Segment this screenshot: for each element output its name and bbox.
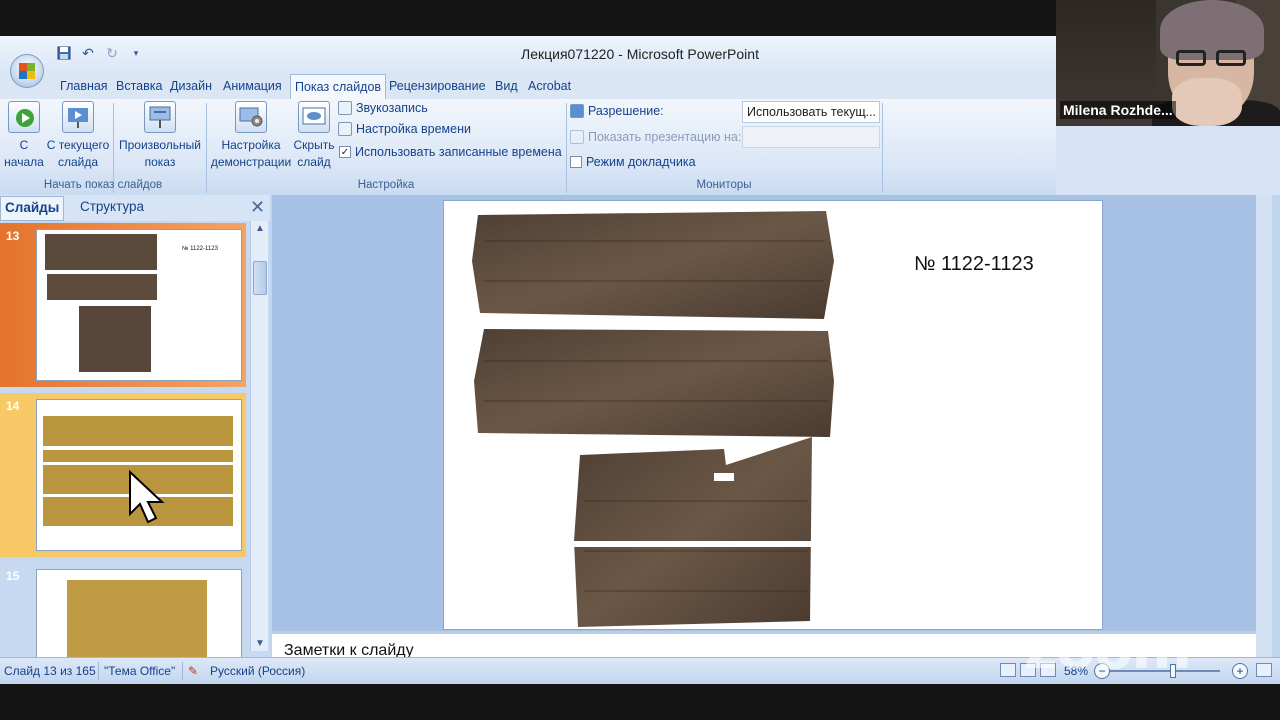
tab-outline[interactable]: Структура	[80, 199, 144, 214]
play-from-current-icon	[62, 101, 94, 133]
custom-show-icon	[144, 101, 176, 133]
slide-position: Слайд 13 из 165	[4, 664, 96, 678]
spellcheck-icon[interactable]: ✎	[188, 664, 198, 678]
slide-area-scrollbar[interactable]	[1256, 195, 1272, 669]
normal-view-icon[interactable]	[1000, 663, 1016, 677]
tab-view[interactable]: Вид	[491, 77, 522, 95]
tab-animation[interactable]: Анимация	[219, 77, 286, 95]
monitor-disabled-icon	[570, 130, 584, 144]
resolution-label: Разрешение:	[588, 104, 664, 118]
presenter-view-checkbox[interactable]: Режим докладчика	[570, 155, 696, 169]
from-start-label: С начала	[4, 138, 44, 169]
close-icon[interactable]: ✕	[250, 197, 265, 218]
screen: ↶ ↻ ▾ Лекция071220 - Microsoft PowerPoin…	[0, 0, 1280, 720]
setup-show-label: Настройка демонстрации	[210, 138, 292, 169]
slide-number: 15	[6, 569, 20, 583]
status-divider	[98, 662, 99, 680]
record-narration-button[interactable]: Звукозапись	[338, 101, 428, 115]
resolution-row: Разрешение:	[570, 104, 664, 118]
setup-show-button[interactable]: Настройка демонстрации	[208, 101, 294, 171]
tab-home[interactable]: Главная	[56, 77, 112, 95]
tab-acrobat[interactable]: Acrobat	[524, 77, 575, 95]
mouse-cursor-icon	[129, 470, 165, 524]
fit-to-window-icon[interactable]	[1256, 663, 1272, 677]
slide-thumbnail-image: № 1122-1123	[36, 229, 242, 381]
office-logo-icon	[19, 63, 35, 79]
show-on-label: Показать презентацию на:	[588, 130, 742, 144]
rehearse-timings-label: Настройка времени	[356, 122, 471, 136]
clock-icon	[338, 122, 352, 136]
scroll-down-icon[interactable]: ▼	[255, 638, 265, 649]
show-on-row: Показать презентацию на:	[570, 130, 741, 144]
monitor-icon	[570, 104, 584, 118]
setup-group-label: Настройка	[357, 179, 415, 191]
panel-tabs: Слайды Структура ✕	[0, 195, 270, 221]
glasses-icon	[1176, 50, 1250, 66]
tab-review[interactable]: Рецензирование	[385, 77, 490, 95]
tab-slides[interactable]: Слайды	[0, 196, 65, 221]
status-divider	[182, 662, 183, 680]
show-on-dropdown	[742, 126, 880, 148]
presenter-view-label: Режим докладчика	[586, 155, 696, 169]
from-start-button[interactable]: С начала	[2, 101, 46, 171]
scroll-up-icon[interactable]: ▲	[255, 223, 265, 234]
participant-hand	[1172, 78, 1242, 126]
language[interactable]: Русский (Россия)	[210, 664, 305, 678]
hide-slide-button[interactable]: Скрыть слайд	[292, 101, 336, 171]
slide-number: 14	[6, 399, 20, 413]
slide-editing-area: № 1122-1123 Заметки к слайду	[272, 195, 1272, 669]
thumbnail-slide-15[interactable]: 15	[0, 563, 246, 658]
ribbon-group-divider	[882, 103, 883, 193]
tab-slideshow[interactable]: Показ слайдов	[290, 74, 387, 99]
thumbnail-slide-14[interactable]: 14	[0, 393, 246, 557]
tab-design[interactable]: Дизайн	[166, 77, 216, 95]
birch-bark-thumb-13	[45, 234, 157, 372]
custom-show-label: Произвольный показ	[118, 138, 202, 169]
slide-thumbnail-image	[36, 569, 242, 658]
setup-show-icon	[235, 101, 267, 133]
webcam-video: Milena Rozhde...	[1056, 0, 1280, 126]
thumbnail-slide-13[interactable]: 13 № 1122-1123	[0, 223, 246, 387]
checkbox-unchecked-icon	[570, 156, 582, 168]
checkbox-checked-icon: ✓	[339, 146, 351, 158]
resolution-dropdown[interactable]: Использовать текущ...	[742, 101, 880, 123]
microphone-icon	[338, 101, 352, 115]
from-current-button[interactable]: С текущего слайда	[44, 101, 112, 171]
custom-show-button[interactable]: Произвольный показ	[115, 101, 205, 171]
slides-panel: Слайды Структура ✕ 13 № 1122-1123 14 15 …	[0, 195, 270, 658]
hide-slide-label: Скрыть слайд	[293, 138, 335, 169]
theme-name: "Тема Office"	[104, 664, 176, 678]
monitors-group-label: Мониторы	[696, 179, 752, 191]
start-group-label: Начать показ слайдов	[43, 179, 163, 191]
participant-name: Milena Rozhde...	[1060, 101, 1176, 119]
tab-insert[interactable]: Вставка	[112, 77, 166, 95]
slides-panel-scrollbar[interactable]: ▲ ▼	[250, 221, 268, 651]
from-current-label: С текущего слайда	[46, 138, 110, 169]
zoom-watermark: zoom	[1024, 614, 1192, 682]
powerpoint-window: ↶ ↻ ▾ Лекция071220 - Microsoft PowerPoin…	[0, 36, 1280, 684]
play-from-start-icon	[8, 101, 40, 133]
ribbon: С начала С текущего слайда Произвольный …	[0, 99, 1056, 195]
use-timings-checkbox[interactable]: ✓ Использовать записанные времена	[339, 145, 562, 159]
use-timings-label: Использовать записанные времена	[355, 145, 562, 159]
hide-slide-icon	[298, 101, 330, 133]
record-narration-label: Звукозапись	[356, 101, 428, 115]
zoom-in-icon[interactable]: +	[1232, 663, 1248, 679]
birch-bark-thumb-15	[67, 580, 207, 658]
slide-title[interactable]: № 1122-1123	[914, 253, 1034, 276]
slide-number: 13	[6, 229, 20, 243]
current-slide[interactable]: № 1122-1123	[443, 200, 1103, 630]
thumbnail-caption: № 1122-1123	[182, 246, 218, 252]
office-button[interactable]	[10, 54, 44, 88]
rehearse-timings-button[interactable]: Настройка времени	[338, 122, 471, 136]
scrollbar-thumb[interactable]	[253, 261, 267, 295]
